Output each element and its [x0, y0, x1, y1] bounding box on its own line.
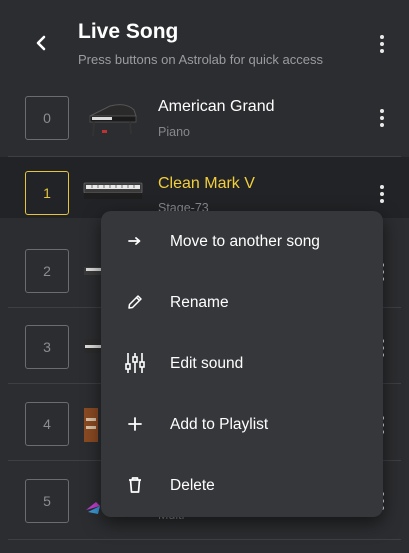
menu-item-label: Add to Playlist — [170, 415, 269, 433]
sound-category: Piano — [158, 125, 190, 139]
slot-button[interactable]: 2 — [25, 249, 69, 293]
trash-icon — [123, 473, 147, 497]
sound-row-selected[interactable]: 1 Clean Mark V Stage-73 — [0, 157, 409, 218]
slot-button[interactable]: 1 — [25, 171, 69, 215]
more-vertical-icon — [380, 185, 384, 189]
menu-item-label: Delete — [170, 476, 215, 494]
grand-piano-thumbnail — [89, 104, 137, 137]
divider — [8, 539, 401, 540]
stage-piano-thumbnail — [83, 182, 143, 199]
header: Live Song Press buttons on Astrolab for … — [0, 0, 409, 88]
page-subtitle: Press buttons on Astrolab for quick acce… — [78, 52, 323, 67]
menu-item-add-to-playlist[interactable]: Add to Playlist — [101, 394, 383, 455]
row-options-button[interactable] — [370, 179, 394, 209]
sliders-icon — [123, 351, 147, 375]
menu-item-delete[interactable]: Delete — [101, 455, 383, 516]
arrow-right-icon — [123, 229, 147, 253]
slot-button[interactable]: 0 — [25, 96, 69, 140]
more-vertical-icon — [380, 35, 384, 39]
slot-button[interactable]: 4 — [25, 402, 69, 446]
slot-button[interactable]: 3 — [25, 325, 69, 369]
sound-name: Clean Mark V — [158, 175, 255, 192]
menu-item-rename[interactable]: Rename — [101, 272, 383, 333]
menu-item-label: Rename — [170, 293, 229, 311]
menu-item-edit-sound[interactable]: Edit sound — [101, 333, 383, 394]
more-options-button[interactable] — [370, 29, 394, 59]
more-vertical-icon — [380, 109, 384, 113]
page-title: Live Song — [78, 20, 179, 43]
row-options-button[interactable] — [370, 103, 394, 133]
chevron-left-icon — [36, 35, 46, 51]
menu-item-move-to-another-song[interactable]: Move to another song — [101, 211, 383, 272]
sound-name: American Grand — [158, 98, 275, 115]
menu-item-label: Move to another song — [170, 232, 320, 250]
slot-button[interactable]: 5 — [25, 479, 69, 523]
sound-row[interactable]: 0 American Grand Piano — [0, 88, 409, 149]
back-button[interactable] — [26, 28, 56, 58]
pencil-icon — [123, 290, 147, 314]
menu-item-label: Edit sound — [170, 354, 244, 372]
context-menu: Move to another song Rename Edit sound A… — [101, 211, 383, 517]
plus-icon — [123, 412, 147, 436]
